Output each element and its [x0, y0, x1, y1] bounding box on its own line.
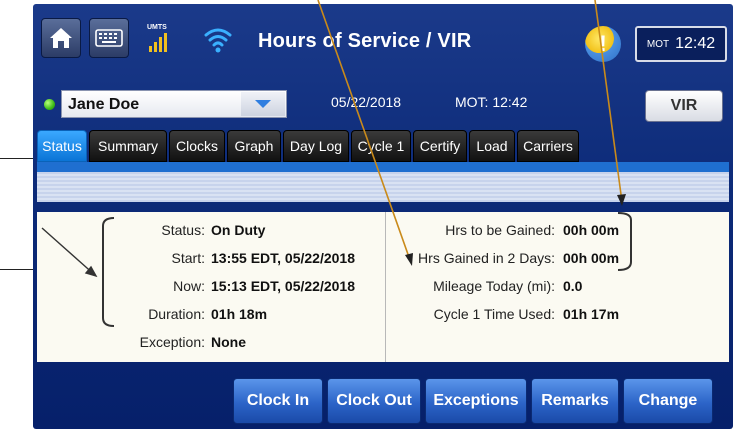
driver-select[interactable]: Jane Doe [61, 90, 287, 118]
start-value: 13:55 EDT, 05/22/2018 [211, 250, 355, 266]
home-icon [50, 28, 72, 48]
alert-icon: ! [599, 31, 607, 56]
mot-clock-display: MOT 12:42 [635, 26, 727, 62]
duration-label: Duration: [148, 306, 205, 322]
mileage-today-label: Mileage Today (mi): [433, 278, 555, 294]
tab-carriers[interactable]: Carriers [517, 130, 579, 162]
tab-day-log[interactable]: Day Log [283, 130, 349, 162]
chevron-down-icon [255, 100, 271, 108]
clock-out-button[interactable]: Clock Out [327, 378, 421, 424]
now-label: Now: [173, 278, 205, 294]
driver-status-indicator [44, 99, 55, 110]
change-button[interactable]: Change [623, 378, 713, 424]
hrs-to-be-gained-value: 00h 00m [563, 222, 620, 238]
keyboard-icon [95, 29, 123, 47]
clock-in-button[interactable]: Clock In [233, 378, 323, 424]
tab-certify[interactable]: Certify [413, 130, 467, 162]
hos-device-screen: UMTS Hours of Service / VIR ! MOT 12:42 [33, 4, 733, 429]
current-date: 05/22/2018 [331, 94, 402, 110]
tab-clocks[interactable]: Clocks [169, 130, 225, 162]
hrs-gained-2-days-value: 00h 00m [563, 250, 620, 266]
hrs-to-be-gained-label: Hrs to be Gained: [445, 222, 555, 238]
driver-name: Jane Doe [68, 96, 140, 113]
exception-label: Exception: [139, 334, 205, 350]
keyboard-button[interactable] [89, 18, 129, 58]
exception-value: None [211, 334, 246, 350]
cycle-time-used-label: Cycle 1 Time Used: [433, 306, 555, 322]
tab-load[interactable]: Load [469, 130, 515, 162]
mot-time-label: MOT: 12:42 [455, 94, 528, 110]
driver-row: Jane Doe 05/22/2018 MOT: 12:42 VIR [33, 88, 733, 122]
status-label: Status: [161, 222, 205, 238]
cellular-signal-indicator: UMTS [143, 24, 177, 56]
wifi-indicator [201, 22, 235, 56]
vir-button[interactable]: VIR [645, 90, 723, 122]
title-bar: UMTS Hours of Service / VIR ! MOT 12:42 [33, 4, 733, 82]
remarks-button[interactable]: Remarks [531, 378, 619, 424]
tab-graph[interactable]: Graph [227, 130, 281, 162]
tab-status[interactable]: Status [37, 130, 87, 162]
status-panel: Status: On Duty Start: 13:55 EDT, 05/22/… [37, 212, 729, 362]
hrs-gained-2-days-label: Hrs Gained in 2 Days: [418, 250, 555, 266]
duration-value: 01h 18m [211, 306, 268, 322]
mot-clock-time: 12:42 [675, 35, 716, 52]
page-title: Hours of Service / VIR [258, 30, 472, 52]
exceptions-button[interactable]: Exceptions [425, 378, 527, 424]
signal-type-label: UMTS [147, 24, 167, 31]
mot-clock-label: MOT [646, 38, 670, 50]
tab-summary[interactable]: Summary [89, 130, 167, 162]
home-button[interactable] [41, 18, 81, 58]
tab-bar: Status Summary Clocks Graph Day Log Cycl… [37, 130, 579, 162]
driver-dropdown-button[interactable] [241, 92, 285, 116]
now-value: 15:13 EDT, 05/22/2018 [211, 278, 355, 294]
tab-cycle-1[interactable]: Cycle 1 [351, 130, 411, 162]
cycle-time-used-value: 01h 17m [563, 306, 620, 322]
panel-header-strip [37, 162, 729, 202]
alert-button[interactable]: ! [585, 26, 621, 62]
mileage-today-value: 0.0 [563, 278, 583, 294]
wifi-icon [204, 28, 232, 53]
start-label: Start: [171, 250, 205, 266]
status-value: On Duty [211, 222, 266, 238]
